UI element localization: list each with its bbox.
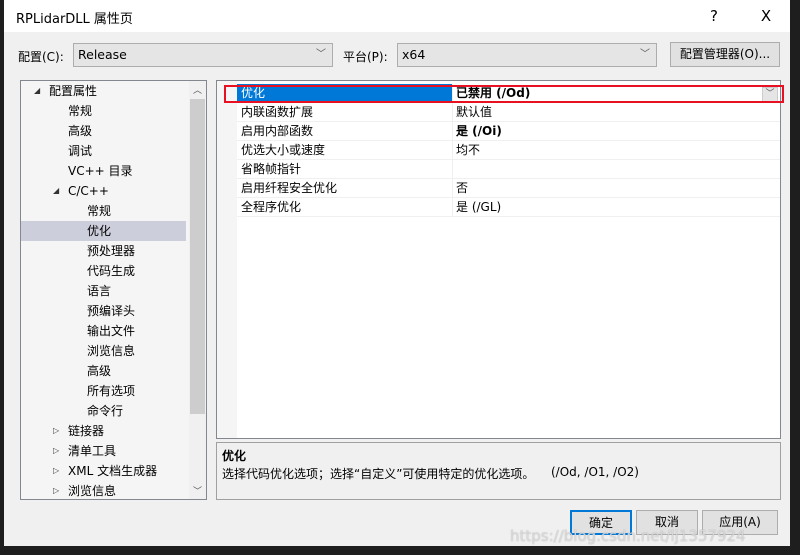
tree-item[interactable]: ◢ C/C++	[21, 181, 186, 201]
tree-item[interactable]: 预编译头	[21, 301, 186, 321]
tree-item-label: 语言	[87, 284, 112, 298]
property-value[interactable]: 均不	[456, 141, 480, 159]
tree-item[interactable]: 语言	[21, 281, 186, 301]
expanded-arrow-icon[interactable]: ◢	[53, 181, 59, 201]
property-name: 启用内部函数	[241, 124, 314, 138]
tree-item-label: 清单工具	[68, 444, 117, 458]
tree-item[interactable]: 所有选项	[21, 381, 186, 401]
tree-item[interactable]: 高级	[21, 361, 186, 381]
config-value: Release	[78, 47, 127, 62]
description-text: 选择代码优化选项；选择“自定义”可使用特定的优化选项。	[222, 467, 535, 481]
watermark: https://blog.csdn.net/lj1357924	[510, 527, 746, 545]
property-grid: 优化 已禁用 (/Od) ﹀ 内联函数扩展 默认值 启用内部函数是 (/Oi) 优选大小或速…	[216, 80, 784, 439]
scroll-up-icon[interactable]: ︿	[193, 83, 202, 96]
property-value[interactable]: 是 (/Oi)	[456, 122, 502, 140]
help-button[interactable]: ?	[694, 4, 734, 28]
tree-item-label: 命令行	[87, 404, 124, 418]
property-name: 省略帧指针	[241, 162, 302, 176]
chevron-down-icon: ﹀	[316, 49, 326, 60]
tree-item-label: C/C++	[68, 184, 109, 198]
tree-item[interactable]: 预处理器	[21, 241, 186, 261]
tree-item-label: 常规	[68, 104, 93, 118]
tree-item-label: 浏览信息	[87, 344, 136, 358]
description-panel: 优化 选择代码优化选项；选择“自定义”可使用特定的优化选项。 (/Od, /O1…	[216, 442, 781, 500]
property-row[interactable]: 省略帧指针	[237, 160, 780, 179]
tree-item[interactable]: ▷ 浏览信息	[21, 481, 186, 499]
config-select[interactable]: Release ﹀	[73, 43, 333, 67]
tree-item[interactable]: 命令行	[21, 401, 186, 421]
tree-item[interactable]: 常规	[21, 101, 186, 121]
property-tree: ◢ 配置属性 常规 高级 调试 VC++ 目录 ◢ C/C++ 常规 优化 预处理器 代码生成 语言 预编…	[20, 80, 207, 500]
tree-item-label: 预处理器	[87, 244, 136, 258]
property-pages-dialog: RPLidarDLL 属性页 ? X 配置(C): Release ﹀ 平台(P)…	[4, 0, 790, 546]
tree-item-label: 配置属性	[49, 84, 98, 98]
tree-item-label: 链接器	[68, 424, 105, 438]
close-button[interactable]: X	[746, 4, 786, 28]
property-row[interactable]: 全程序优化 是 (/GL)	[237, 198, 780, 217]
property-name: 启用纤程安全优化	[241, 181, 338, 195]
highlight-box	[224, 85, 784, 103]
window-title: RPLidarDLL 属性页	[16, 12, 133, 27]
property-row[interactable]: 优选大小或速度 均不	[237, 141, 780, 160]
description-switches: (/Od, /O1, /O2)	[551, 465, 639, 479]
tree-item[interactable]: VC++ 目录	[21, 161, 186, 181]
tree-item[interactable]: 优化	[21, 221, 186, 241]
tree-item[interactable]: 输出文件	[21, 321, 186, 341]
platform-value: x64	[402, 47, 426, 62]
tree-item-label: VC++ 目录	[68, 164, 133, 178]
collapsed-arrow-icon[interactable]: ▷	[53, 441, 59, 461]
tree-item-label: XML 文档生成器	[68, 464, 158, 478]
property-value[interactable]: 默认值	[456, 103, 492, 121]
tree-item[interactable]: ▷ 链接器	[21, 421, 186, 441]
tree-item[interactable]: 调试	[21, 141, 186, 161]
property-row[interactable]: 启用纤程安全优化 否	[237, 179, 780, 198]
tree-item-label: 代码生成	[87, 264, 136, 278]
column-divider	[452, 122, 453, 141]
tree-item-label: 预编译头	[87, 304, 136, 318]
tree-item-label: 所有选项	[87, 384, 136, 398]
tree-item-label: 高级	[68, 124, 93, 138]
collapsed-arrow-icon[interactable]: ▷	[53, 461, 59, 481]
expanded-arrow-icon[interactable]: ◢	[34, 81, 40, 101]
tree-item-label: 高级	[87, 364, 112, 378]
platform-label: 平台(P):	[343, 50, 388, 64]
tree-item-label: 常规	[87, 204, 112, 218]
grid-gutter	[217, 81, 237, 438]
column-divider	[452, 160, 453, 179]
property-name: 内联函数扩展	[241, 105, 314, 119]
tree-item-label: 调试	[68, 144, 93, 158]
tree-item[interactable]: ◢ 配置属性	[21, 81, 186, 101]
tree-scrollbar[interactable]: ︿ ﹀	[189, 81, 206, 499]
title-bar: RPLidarDLL 属性页 ? X	[4, 0, 790, 32]
column-divider	[452, 141, 453, 160]
property-name: 优选大小或速度	[241, 143, 326, 157]
column-divider	[452, 198, 453, 217]
property-value[interactable]: 否	[456, 179, 468, 197]
tree-item-label: 优化	[87, 224, 112, 238]
chevron-down-icon: ﹀	[640, 49, 650, 60]
scrollbar-thumb[interactable]	[190, 99, 205, 414]
collapsed-arrow-icon[interactable]: ▷	[53, 421, 59, 441]
scroll-down-icon[interactable]: ﹀	[193, 484, 202, 497]
tree-item[interactable]: 代码生成	[21, 261, 186, 281]
column-divider	[452, 179, 453, 198]
tree-item[interactable]: ▷ 清单工具	[21, 441, 186, 461]
config-label: 配置(C):	[18, 50, 64, 64]
property-row[interactable]: 启用内部函数 是 (/Oi)	[237, 122, 780, 141]
tree-item-label: 浏览信息	[68, 484, 117, 498]
platform-select[interactable]: x64 ﹀	[397, 43, 657, 67]
column-divider	[452, 103, 453, 122]
tree-item[interactable]: ▷ XML 文档生成器	[21, 461, 186, 481]
tree-item[interactable]: 高级	[21, 121, 186, 141]
tree-item-label: 输出文件	[87, 324, 136, 338]
tree-item[interactable]: 浏览信息	[21, 341, 186, 361]
tree-item[interactable]: 常规	[21, 201, 186, 221]
property-row[interactable]: 内联函数扩展 默认值	[237, 103, 780, 122]
property-name: 全程序优化	[241, 200, 302, 214]
collapsed-arrow-icon[interactable]: ▷	[53, 481, 59, 499]
property-value[interactable]: 是 (/GL)	[456, 198, 501, 216]
config-manager-button[interactable]: 配置管理器(O)...	[670, 42, 780, 67]
description-title: 优化	[222, 449, 247, 463]
